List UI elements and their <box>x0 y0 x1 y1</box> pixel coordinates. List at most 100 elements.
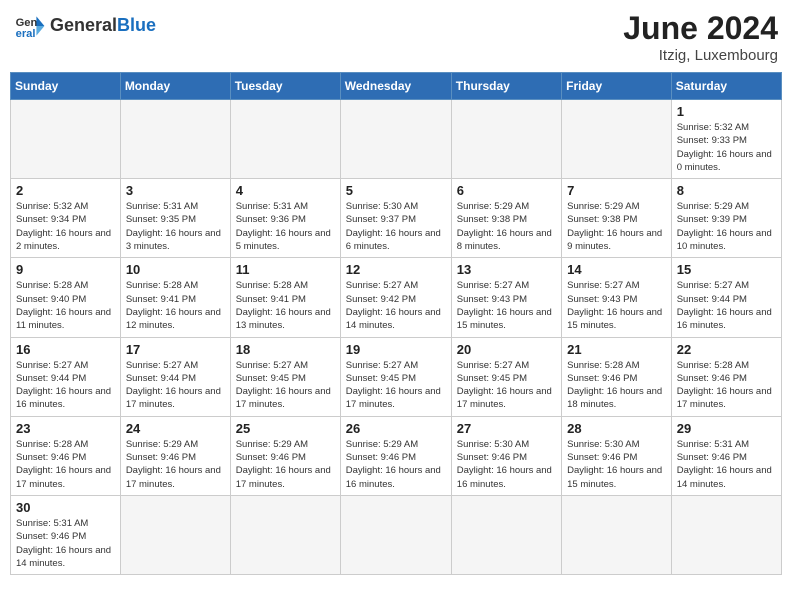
day-info: Sunrise: 5:32 AM Sunset: 9:34 PM Dayligh… <box>16 200 115 253</box>
day-number: 1 <box>677 104 776 119</box>
day-cell <box>120 495 230 574</box>
svg-text:Gen: Gen <box>16 17 38 29</box>
day-cell: 30 Sunrise: 5:31 AM Sunset: 9:46 PM Dayli… <box>11 495 121 574</box>
day-number: 29 <box>677 421 776 436</box>
day-number: 23 <box>16 421 115 436</box>
day-cell: 23 Sunrise: 5:28 AM Sunset: 9:46 PM Dayli… <box>11 416 121 495</box>
week-row-6: 30 Sunrise: 5:31 AM Sunset: 9:46 PM Dayli… <box>11 495 782 574</box>
day-number: 26 <box>346 421 446 436</box>
day-cell: 25Sunrise: 5:29 AM Sunset: 9:46 PM Dayli… <box>230 416 340 495</box>
day-cell: 18Sunrise: 5:27 AM Sunset: 9:45 PM Dayli… <box>230 337 340 416</box>
day-info: Sunrise: 5:27 AM Sunset: 9:45 PM Dayligh… <box>346 359 446 412</box>
day-cell <box>230 100 340 179</box>
col-friday: Friday <box>562 73 672 100</box>
day-number: 21 <box>567 342 666 357</box>
day-number: 7 <box>567 183 666 198</box>
day-info: Sunrise: 5:31 AM Sunset: 9:46 PM Dayligh… <box>677 438 776 491</box>
day-number: 9 <box>16 262 115 277</box>
day-cell: 14 Sunrise: 5:27 AM Sunset: 9:43 PM Dayli… <box>562 258 672 337</box>
day-number: 14 <box>567 262 666 277</box>
day-number: 28 <box>567 421 666 436</box>
day-info: Sunrise: 5:30 AM Sunset: 9:37 PM Dayligh… <box>346 200 446 253</box>
col-thursday: Thursday <box>451 73 561 100</box>
day-cell <box>562 495 672 574</box>
week-row-5: 23 Sunrise: 5:28 AM Sunset: 9:46 PM Dayli… <box>11 416 782 495</box>
day-number: 19 <box>346 342 446 357</box>
day-info: Sunrise: 5:30 AM Sunset: 9:46 PM Dayligh… <box>567 438 666 491</box>
week-row-1: 1Sunrise: 5:32 AM Sunset: 9:33 PM Daylig… <box>11 100 782 179</box>
day-cell: 3 Sunrise: 5:31 AM Sunset: 9:35 PM Daylig… <box>120 179 230 258</box>
logo-text: GeneralBlue <box>50 16 156 36</box>
day-number: 17 <box>126 342 225 357</box>
day-info: Sunrise: 5:27 AM Sunset: 9:45 PM Dayligh… <box>236 359 335 412</box>
day-info: Sunrise: 5:29 AM Sunset: 9:46 PM Dayligh… <box>346 438 446 491</box>
day-info: Sunrise: 5:31 AM Sunset: 9:35 PM Dayligh… <box>126 200 225 253</box>
day-cell: 1Sunrise: 5:32 AM Sunset: 9:33 PM Daylig… <box>671 100 781 179</box>
day-cell: 8Sunrise: 5:29 AM Sunset: 9:39 PM Daylig… <box>671 179 781 258</box>
day-cell: 11 Sunrise: 5:28 AM Sunset: 9:41 PM Dayli… <box>230 258 340 337</box>
day-info: Sunrise: 5:29 AM Sunset: 9:38 PM Dayligh… <box>457 200 556 253</box>
day-cell <box>120 100 230 179</box>
day-cell: 4Sunrise: 5:31 AM Sunset: 9:36 PM Daylig… <box>230 179 340 258</box>
day-cell: 17 Sunrise: 5:27 AM Sunset: 9:44 PM Dayli… <box>120 337 230 416</box>
page-header: Gen eral GeneralBlue June 2024 Itzig, Lu… <box>10 10 782 64</box>
day-number: 12 <box>346 262 446 277</box>
day-info: Sunrise: 5:27 AM Sunset: 9:44 PM Dayligh… <box>677 279 776 332</box>
day-number: 11 <box>236 262 335 277</box>
day-info: Sunrise: 5:27 AM Sunset: 9:42 PM Dayligh… <box>346 279 446 332</box>
day-number: 2 <box>16 183 115 198</box>
day-cell: 19 Sunrise: 5:27 AM Sunset: 9:45 PM Dayli… <box>340 337 451 416</box>
day-cell <box>340 100 451 179</box>
day-cell: 28 Sunrise: 5:30 AM Sunset: 9:46 PM Dayli… <box>562 416 672 495</box>
day-number: 30 <box>16 500 115 515</box>
day-cell <box>451 495 561 574</box>
day-info: Sunrise: 5:29 AM Sunset: 9:46 PM Dayligh… <box>236 438 335 491</box>
day-number: 3 <box>126 183 225 198</box>
day-cell: 6Sunrise: 5:29 AM Sunset: 9:38 PM Daylig… <box>451 179 561 258</box>
month-year-title: June 2024 <box>623 10 778 47</box>
col-wednesday: Wednesday <box>340 73 451 100</box>
day-info: Sunrise: 5:27 AM Sunset: 9:43 PM Dayligh… <box>457 279 556 332</box>
day-info: Sunrise: 5:28 AM Sunset: 9:46 PM Dayligh… <box>16 438 115 491</box>
day-number: 13 <box>457 262 556 277</box>
day-cell <box>451 100 561 179</box>
day-cell: 9 Sunrise: 5:28 AM Sunset: 9:40 PM Daylig… <box>11 258 121 337</box>
week-row-3: 9 Sunrise: 5:28 AM Sunset: 9:40 PM Daylig… <box>11 258 782 337</box>
day-info: Sunrise: 5:27 AM Sunset: 9:43 PM Dayligh… <box>567 279 666 332</box>
day-cell: 5Sunrise: 5:30 AM Sunset: 9:37 PM Daylig… <box>340 179 451 258</box>
day-cell <box>671 495 781 574</box>
col-monday: Monday <box>120 73 230 100</box>
day-cell: 16Sunrise: 5:27 AM Sunset: 9:44 PM Dayli… <box>11 337 121 416</box>
day-cell: 29 Sunrise: 5:31 AM Sunset: 9:46 PM Dayli… <box>671 416 781 495</box>
day-cell: 7Sunrise: 5:29 AM Sunset: 9:38 PM Daylig… <box>562 179 672 258</box>
day-info: Sunrise: 5:27 AM Sunset: 9:44 PM Dayligh… <box>126 359 225 412</box>
col-sunday: Sunday <box>11 73 121 100</box>
day-number: 4 <box>236 183 335 198</box>
logo: Gen eral GeneralBlue <box>14 10 156 42</box>
day-info: Sunrise: 5:27 AM Sunset: 9:44 PM Dayligh… <box>16 359 115 412</box>
day-cell: 15 Sunrise: 5:27 AM Sunset: 9:44 PM Dayli… <box>671 258 781 337</box>
calendar-header-row: Sunday Monday Tuesday Wednesday Thursday… <box>11 73 782 100</box>
day-cell <box>562 100 672 179</box>
day-cell: 10Sunrise: 5:28 AM Sunset: 9:41 PM Dayli… <box>120 258 230 337</box>
day-cell <box>230 495 340 574</box>
day-info: Sunrise: 5:31 AM Sunset: 9:46 PM Dayligh… <box>16 517 115 570</box>
day-cell: 26 Sunrise: 5:29 AM Sunset: 9:46 PM Dayli… <box>340 416 451 495</box>
day-number: 20 <box>457 342 556 357</box>
day-number: 27 <box>457 421 556 436</box>
svg-text:eral: eral <box>16 28 36 40</box>
day-info: Sunrise: 5:29 AM Sunset: 9:46 PM Dayligh… <box>126 438 225 491</box>
day-info: Sunrise: 5:28 AM Sunset: 9:46 PM Dayligh… <box>567 359 666 412</box>
col-saturday: Saturday <box>671 73 781 100</box>
day-number: 22 <box>677 342 776 357</box>
day-number: 15 <box>677 262 776 277</box>
day-cell: 12 Sunrise: 5:27 AM Sunset: 9:42 PM Dayli… <box>340 258 451 337</box>
day-info: Sunrise: 5:28 AM Sunset: 9:41 PM Dayligh… <box>236 279 335 332</box>
day-number: 24 <box>126 421 225 436</box>
day-info: Sunrise: 5:28 AM Sunset: 9:46 PM Dayligh… <box>677 359 776 412</box>
location-subtitle: Itzig, Luxembourg <box>623 47 778 64</box>
day-info: Sunrise: 5:28 AM Sunset: 9:40 PM Dayligh… <box>16 279 115 332</box>
day-number: 8 <box>677 183 776 198</box>
col-tuesday: Tuesday <box>230 73 340 100</box>
day-cell: 13 Sunrise: 5:27 AM Sunset: 9:43 PM Dayli… <box>451 258 561 337</box>
